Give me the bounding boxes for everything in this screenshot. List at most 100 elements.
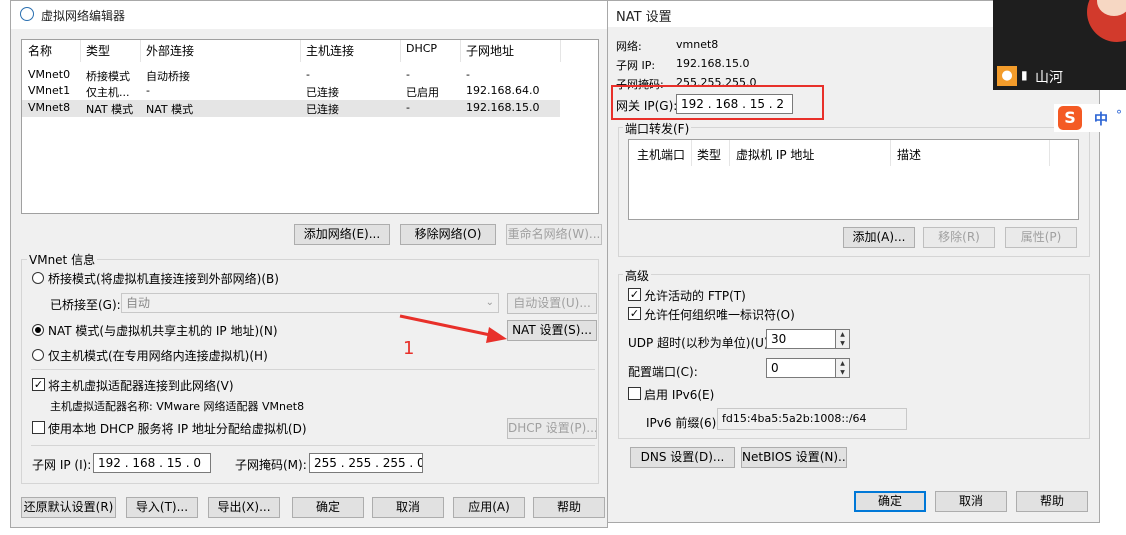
table-row[interactable]: VMnet0 桥接模式 自动桥接 - - - — [22, 67, 560, 84]
config-port-spinner[interactable]: ▲ ▼ — [836, 358, 850, 378]
table-row[interactable]: VMnet1 仅主机... - 已连接 已启用 192.168.64.0 — [22, 83, 560, 100]
cell-subnet: 192.168.64.0 — [466, 84, 540, 97]
table-header: 名称 类型 外部连接 主机连接 DHCP 子网地址 — [22, 40, 572, 62]
rename-network-button[interactable]: 重命名网络(W)... — [506, 224, 602, 245]
col-header-type[interactable]: 类型 — [86, 42, 110, 59]
allow-oui-label[interactable]: 允许任何组织唯一标识符(O) — [644, 306, 795, 323]
cell-external: NAT 模式 — [146, 103, 194, 116]
cell-name: VMnet8 — [28, 101, 71, 114]
subnet-mask-label: 子网掩码(M): — [235, 458, 307, 472]
udp-timeout-label: UDP 超时(以秒为单位)(U): — [628, 336, 773, 350]
nat-help-button[interactable]: 帮助 — [1016, 491, 1088, 512]
bridge-mode-radio[interactable] — [32, 272, 44, 284]
cell-external: - — [146, 84, 150, 97]
udp-timeout-spinner[interactable]: ▲ ▼ — [836, 329, 850, 349]
remove-network-button[interactable]: 移除网络(O) — [400, 224, 496, 245]
separator — [31, 445, 595, 446]
host-only-label[interactable]: 仅主机模式(在专用网络内连接虚拟机)(H) — [48, 347, 268, 364]
bridged-to-value: 自动 — [126, 296, 151, 310]
col-header-name[interactable]: 名称 — [28, 42, 52, 59]
pf-properties-button[interactable]: 属性(P) — [1005, 227, 1077, 248]
col-header-external[interactable]: 外部连接 — [146, 42, 194, 59]
subnet-ip-field[interactable]: 192 . 168 . 15 . 0 — [93, 453, 211, 473]
restore-defaults-button[interactable]: 还原默认设置(R) — [21, 497, 116, 518]
user-name: 山河 — [1035, 70, 1063, 86]
gateway-highlight-box — [611, 85, 824, 120]
advanced-title: 高级 — [623, 267, 652, 284]
config-port-field[interactable]: 0 — [766, 358, 836, 378]
ime-mode[interactable]: 中 — [1094, 109, 1108, 129]
bridge-mode-label[interactable]: 桥接模式(将虚拟机直接连接到外部网络)(B) — [48, 270, 279, 287]
col-header-subnet[interactable]: 子网地址 — [466, 42, 514, 59]
pf-add-button[interactable]: 添加(A)... — [843, 227, 915, 248]
allow-ftp-label[interactable]: 允许活动的 FTP(T) — [644, 287, 746, 304]
pf-remove-button[interactable]: 移除(R) — [923, 227, 995, 248]
user-name-bar: ● ▮ 山河 — [997, 66, 1083, 86]
import-button[interactable]: 导入(T)... — [126, 497, 198, 518]
enable-ipv6-checkbox[interactable] — [628, 387, 641, 400]
pf-col-host-port[interactable]: 主机端口 — [637, 146, 685, 163]
network-globe-icon — [20, 7, 34, 21]
auto-settings-button[interactable]: 自动设置(U)... — [507, 293, 597, 314]
cell-subnet: - — [466, 68, 470, 81]
cancel-button[interactable]: 取消 — [372, 497, 444, 518]
virtual-network-editor-window: 虚拟网络编辑器 名称 类型 外部连接 主机连接 DHCP 子网地址 VMnet0… — [10, 0, 608, 528]
connect-host-adapter-label[interactable]: 将主机虚拟适配器连接到此网络(V) — [48, 377, 234, 394]
subnet-ip-value: 192.168.15.0 — [676, 57, 750, 70]
cell-dhcp: 已启用 — [406, 86, 439, 99]
table-row-selected[interactable]: VMnet8 NAT 模式 NAT 模式 已连接 - 192.168.15.0 — [22, 100, 560, 117]
udp-timeout-field[interactable]: 30 — [766, 329, 836, 349]
cell-type: NAT 模式 — [86, 103, 134, 116]
port-forwarding-table: 主机端口 类型 虚拟机 IP 地址 描述 — [628, 139, 1079, 220]
network-label: 网络: — [616, 40, 642, 53]
connect-host-adapter-checkbox[interactable]: ✓ — [32, 378, 45, 391]
use-dhcp-checkbox[interactable] — [32, 421, 45, 434]
host-only-radio[interactable] — [32, 349, 44, 361]
use-dhcp-label[interactable]: 使用本地 DHCP 服务将 IP 地址分配给虚拟机(D) — [48, 420, 307, 437]
netbios-settings-button[interactable]: NetBIOS 设置(N)... — [741, 447, 847, 468]
apply-button[interactable]: 应用(A) — [453, 497, 525, 518]
help-button[interactable]: 帮助 — [533, 497, 605, 518]
video-thumbnail[interactable]: ● ▮ 山河 — [993, 0, 1126, 90]
nat-cancel-button[interactable]: 取消 — [935, 491, 1007, 512]
add-network-button[interactable]: 添加网络(E)... — [294, 224, 390, 245]
spin-up-icon[interactable]: ▲ — [836, 330, 849, 339]
pf-col-vm-ip[interactable]: 虚拟机 IP 地址 — [736, 146, 814, 163]
nat-ok-button[interactable]: 确定 — [854, 491, 926, 512]
cell-host: - — [306, 68, 310, 81]
cell-subnet: 192.168.15.0 — [466, 101, 540, 114]
ok-button[interactable]: 确定 — [292, 497, 364, 518]
dns-settings-button[interactable]: DNS 设置(D)... — [630, 447, 735, 468]
punctuation-icon[interactable]: ° — [1116, 108, 1122, 122]
spin-down-icon[interactable]: ▼ — [836, 339, 849, 348]
col-header-dhcp[interactable]: DHCP — [406, 42, 437, 55]
enable-ipv6-label[interactable]: 启用 IPv6(E) — [644, 386, 714, 403]
cell-host: 已连接 — [306, 103, 339, 116]
cell-external: 自动桥接 — [146, 70, 190, 83]
cell-type: 仅主机... — [86, 86, 130, 99]
ipv6-prefix-field[interactable]: fd15:4ba5:5a2b:1008::/64 — [717, 408, 907, 430]
col-header-host[interactable]: 主机连接 — [306, 42, 354, 59]
nat-mode-label[interactable]: NAT 模式(与虚拟机共享主机的 IP 地址)(N) — [48, 322, 278, 339]
allow-ftp-checkbox[interactable]: ✓ — [628, 288, 641, 301]
export-button[interactable]: 导出(X)... — [208, 497, 280, 518]
spin-up-icon[interactable]: ▲ — [836, 359, 849, 368]
nat-mode-radio[interactable] — [32, 324, 44, 336]
cell-host: 已连接 — [306, 86, 339, 99]
host-adapter-name: 主机虚拟适配器名称: VMware 网络适配器 VMnet8 — [50, 400, 305, 413]
spin-down-icon[interactable]: ▼ — [836, 368, 849, 377]
ime-toolbar[interactable]: S 中 ° — [1054, 104, 1126, 132]
separator — [31, 369, 595, 370]
cell-type: 桥接模式 — [86, 70, 130, 83]
cell-dhcp: - — [406, 68, 410, 81]
user-icon: ● — [997, 66, 1017, 86]
pf-col-type[interactable]: 类型 — [697, 146, 721, 163]
port-forwarding-title: 端口转发(F) — [623, 120, 692, 137]
pf-col-description[interactable]: 描述 — [897, 146, 921, 163]
subnet-mask-field[interactable]: 255 . 255 . 255 . 0 — [309, 453, 423, 473]
nat-dialog-title: NAT 设置 — [616, 10, 672, 25]
nat-settings-button[interactable]: NAT 设置(S)... — [507, 320, 597, 341]
allow-oui-checkbox[interactable]: ✓ — [628, 307, 641, 320]
annotation-number: 1 — [403, 338, 415, 359]
dhcp-settings-button[interactable]: DHCP 设置(P)... — [507, 418, 597, 439]
